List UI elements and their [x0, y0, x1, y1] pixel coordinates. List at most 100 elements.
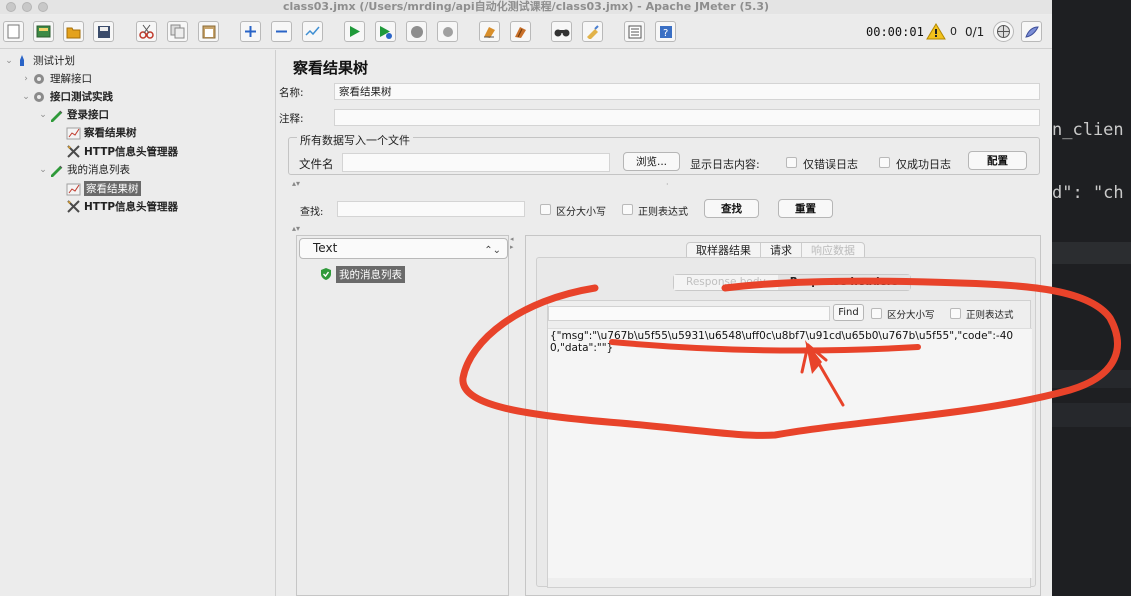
help-icon[interactable]: ?: [655, 21, 676, 42]
open-icon[interactable]: [63, 21, 84, 42]
tab-response-headers[interactable]: Response headers: [777, 275, 911, 290]
response-regex-label: 正则表达式: [966, 310, 1014, 321]
new-icon[interactable]: [3, 21, 24, 42]
reset-button[interactable]: 重置: [778, 199, 833, 218]
tab-response-body[interactable]: Response body: [674, 275, 778, 290]
view-results-tree-panel: 察看结果树 名称: 察看结果树 注释: 所有数据写入一个文件 文件名 浏览...…: [279, 50, 1052, 596]
remote-status-icon[interactable]: [993, 21, 1014, 42]
response-find-button[interactable]: Find: [833, 304, 864, 321]
tree-node[interactable]: ⌄ 我的消息列表: [38, 161, 130, 178]
copy-icon[interactable]: [167, 21, 188, 42]
response-viewer: Find 区分大小写 正则表达式 {"msg":"\u767b\u5f55\u5…: [547, 300, 1032, 588]
errors-only-checkbox[interactable]: [786, 157, 797, 168]
chevron-down-icon[interactable]: ⌄: [21, 92, 31, 102]
pencil-icon: [48, 162, 64, 178]
result-splitter-handle[interactable]: ◂ ▸: [510, 235, 514, 251]
tree-node[interactable]: ⌄ 测试计划: [4, 52, 75, 69]
svg-text:?: ?: [663, 28, 668, 39]
active-threads: 0/1: [965, 25, 985, 39]
log-viewer-icon[interactable]: [1021, 21, 1042, 42]
tree-node-label: HTTP信息头管理器: [84, 146, 179, 158]
reset-search-icon[interactable]: [582, 21, 603, 42]
clear-icon[interactable]: [479, 21, 500, 42]
success-shield-icon: [321, 268, 331, 280]
chart-icon: [65, 125, 81, 141]
chart-icon: [65, 181, 81, 197]
response-case-label: 区分大小写: [887, 310, 935, 321]
tree-node[interactable]: HTTP信息头管理器: [55, 198, 178, 215]
case-sensitive-checkbox[interactable]: [540, 204, 551, 215]
editor-line-highlight: [1052, 242, 1131, 264]
filename-field[interactable]: [342, 153, 610, 172]
tree-node-label: 登录接口: [67, 109, 109, 121]
find-button[interactable]: 查找: [704, 199, 759, 218]
toolbar: ? 00:00:01 0 0/1: [0, 15, 1052, 49]
chevron-down-icon[interactable]: ⌄: [38, 165, 48, 175]
code-editor-strip: n_clien d": "ch: [1052, 0, 1131, 596]
splitter-handle[interactable]: ▴▾: [292, 179, 300, 188]
regex-label: 正则表达式: [638, 207, 688, 218]
success-only-checkbox[interactable]: [879, 157, 890, 168]
tree-node[interactable]: 察看结果树: [55, 124, 137, 141]
success-only-label: 仅成功日志: [896, 158, 951, 171]
start-icon[interactable]: [344, 21, 365, 42]
chevron-down-icon[interactable]: ⌄: [4, 56, 14, 66]
save-icon[interactable]: [93, 21, 114, 42]
tools-icon: [65, 199, 81, 215]
tree-node[interactable]: › 理解接口: [21, 70, 92, 87]
tree-node-label: 我的消息列表: [67, 164, 130, 176]
tree-node[interactable]: 察看结果树: [55, 180, 141, 197]
tree-node[interactable]: ⌄ 登录接口: [38, 106, 109, 123]
paste-icon[interactable]: [198, 21, 219, 42]
sample-item[interactable]: 我的消息列表: [319, 265, 405, 283]
elapsed-timer: 00:00:01: [866, 25, 924, 39]
tree-node[interactable]: ⌄ 接口测试实践: [21, 88, 113, 105]
tree-node-label: 察看结果树: [84, 181, 141, 196]
tree-node-label: 测试计划: [33, 55, 75, 67]
cut-icon[interactable]: [136, 21, 157, 42]
start-no-pause-icon[interactable]: [375, 21, 396, 42]
panel-title: 察看结果树: [293, 59, 369, 77]
regex-checkbox[interactable]: [622, 204, 633, 215]
result-detail-area: 取样器结果 请求 响应数据 Response body Response hea…: [525, 235, 1041, 596]
search-field[interactable]: [337, 201, 525, 217]
splitter-handle-2[interactable]: ▴▾: [292, 224, 300, 233]
comment-label: 注释:: [279, 113, 304, 125]
tree-node[interactable]: HTTP信息头管理器: [55, 143, 178, 160]
comment-field[interactable]: [334, 109, 1040, 126]
renderer-select[interactable]: Text ⌃⌄: [299, 238, 508, 259]
tree-node-label: 接口测试实践: [50, 91, 113, 103]
stop-icon[interactable]: [406, 21, 427, 42]
expand-icon[interactable]: [240, 21, 261, 42]
gear-icon: [31, 71, 47, 87]
shutdown-icon[interactable]: [437, 21, 458, 42]
filename-label: 文件名: [299, 157, 334, 171]
gear-icon: [31, 89, 47, 105]
search-icon[interactable]: [551, 21, 572, 42]
configure-button[interactable]: 配置: [968, 151, 1027, 170]
clear-all-icon[interactable]: [510, 21, 531, 42]
splitter-grip[interactable]: ·: [666, 180, 669, 189]
case-sensitive-label: 区分大小写: [556, 207, 606, 218]
function-helper-icon[interactable]: [624, 21, 645, 42]
toggle-icon[interactable]: [302, 21, 323, 42]
chevron-down-icon[interactable]: ⌄: [38, 110, 48, 120]
tools-icon: [65, 144, 81, 160]
title-bar: class03.jmx (/Users/mrding/api自动化测试课程/cl…: [0, 0, 1052, 14]
window-title: class03.jmx (/Users/mrding/api自动化测试课程/cl…: [282, 0, 770, 13]
response-find-field[interactable]: [548, 306, 830, 321]
warning-icon[interactable]: [926, 23, 946, 40]
tree-node-label: 理解接口: [50, 73, 92, 85]
tree-node-label: HTTP信息头管理器: [84, 201, 179, 213]
editor-line-highlight-3: [1052, 403, 1131, 427]
response-case-checkbox[interactable]: [871, 308, 882, 319]
log-content-label: 显示日志内容:: [690, 158, 760, 171]
browse-button[interactable]: 浏览...: [623, 152, 680, 171]
response-regex-checkbox[interactable]: [950, 308, 961, 319]
response-text[interactable]: {"msg":"\u767b\u5f55\u5931\u6548\uff0c\u…: [548, 328, 1032, 578]
templates-icon[interactable]: [33, 21, 54, 42]
chevron-right-icon[interactable]: ›: [21, 74, 31, 84]
name-field[interactable]: 察看结果树: [334, 83, 1040, 100]
results-area: Text ⌃⌄ 我的消息列表 ◂ ▸ 取样器结果 请求 响应数据 Response: [296, 235, 1041, 596]
collapse-icon[interactable]: [271, 21, 292, 42]
